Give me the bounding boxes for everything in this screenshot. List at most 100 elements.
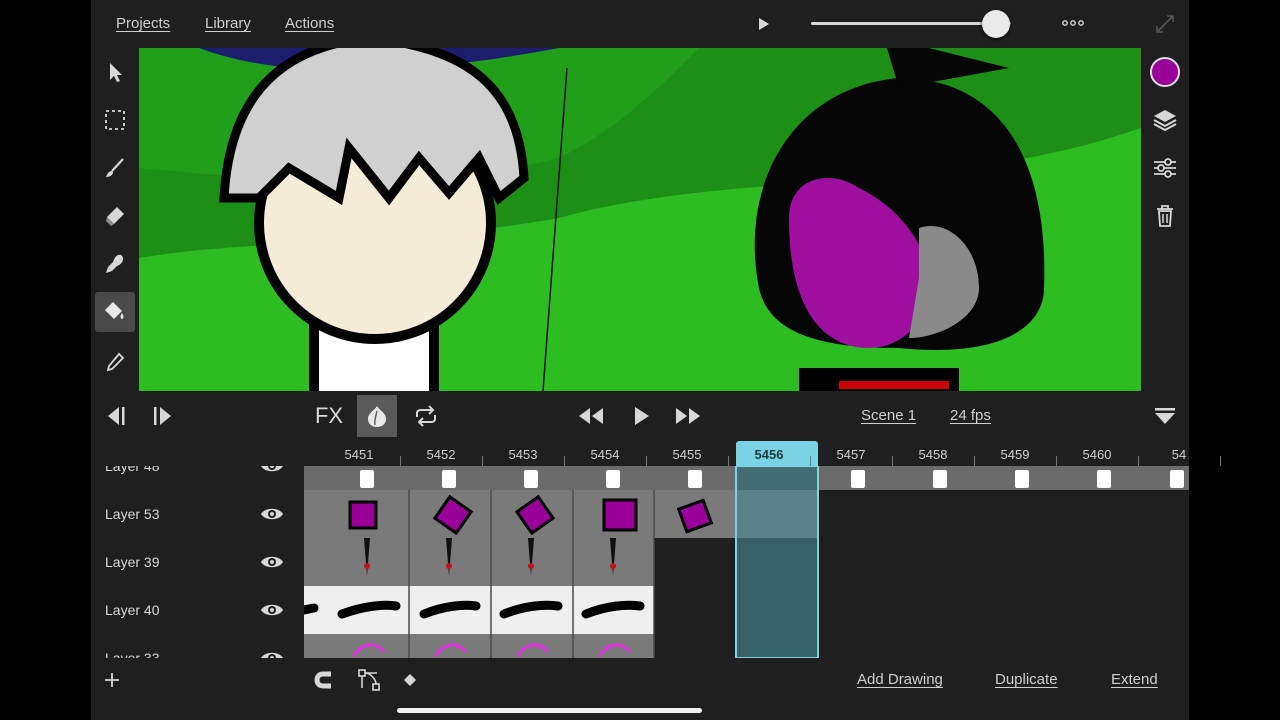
more-horizontal-icon[interactable] — [1061, 18, 1085, 28]
rewind-button[interactable] — [571, 397, 611, 435]
layer-name: Layer 40 — [105, 602, 160, 618]
layers-icon — [1153, 110, 1177, 132]
layer-row[interactable]: Layer 33 — [91, 634, 304, 658]
layer-row[interactable]: Layer 40 — [91, 586, 304, 634]
layer-name: Layer 48 — [105, 466, 160, 474]
frame-number[interactable]: 5455 — [657, 447, 717, 462]
layer-name: Layer 39 — [105, 554, 160, 570]
frame-tick — [564, 456, 565, 466]
color-picker-button[interactable] — [1145, 52, 1185, 92]
playback-slider[interactable] — [811, 10, 1011, 38]
projects-link[interactable]: Projects — [116, 15, 170, 32]
frame-number[interactable]: 5454 — [575, 447, 635, 462]
library-link[interactable]: Library — [205, 15, 251, 32]
adjustments-button[interactable] — [1145, 148, 1185, 188]
eyedropper-icon — [106, 352, 125, 372]
fx-label: FX — [314, 403, 344, 428]
eye-icon[interactable] — [259, 600, 285, 620]
fill-tool[interactable] — [95, 292, 135, 332]
next-keyframe-button[interactable] — [144, 397, 184, 435]
eye-icon[interactable] — [259, 648, 285, 658]
frame-number[interactable]: 5457 — [821, 447, 881, 462]
bottom-bar: Add Drawing Duplicate Extend — [91, 658, 1189, 702]
play-icon — [635, 407, 649, 425]
layer-name: Layer 53 — [105, 506, 160, 522]
layers-button[interactable] — [1145, 100, 1185, 140]
duplicate-button[interactable]: Duplicate — [995, 671, 1058, 688]
rewind-icon — [579, 408, 603, 424]
frame-tick — [482, 456, 483, 466]
frame-tick — [1220, 456, 1221, 466]
smudge-tool[interactable] — [95, 244, 135, 284]
selection-tool[interactable] — [95, 100, 135, 140]
slider-thumb[interactable] — [982, 10, 1010, 38]
play-preview-icon[interactable] — [757, 16, 771, 32]
play-button[interactable] — [621, 397, 661, 435]
keyframe-diamond-icon[interactable] — [403, 673, 417, 687]
layer-list: Layer 48 Layer 53 Layer 39 Layer 40 Laye… — [91, 466, 304, 658]
animation-app: Projects Library Actions FX Scene 1 24 f… — [91, 0, 1221, 720]
trash-icon — [1157, 205, 1173, 227]
fps-selector[interactable]: 24 fps — [950, 407, 991, 424]
collapse-down-icon — [1155, 408, 1175, 424]
frame-number[interactable]: 5451 — [329, 447, 389, 462]
frame-number[interactable]: 5460 — [1067, 447, 1127, 462]
step-forward-icon — [154, 407, 171, 425]
select-tool[interactable] — [95, 52, 135, 92]
layer-row[interactable]: Layer 39 — [91, 538, 304, 586]
eraser-icon — [106, 207, 124, 226]
actions-link[interactable]: Actions — [285, 15, 334, 32]
scene-selector[interactable]: Scene 1 — [861, 407, 916, 424]
brush-icon — [106, 158, 124, 177]
onion-skin-button[interactable] — [357, 395, 397, 437]
frame-cells — [304, 466, 1189, 658]
layer-row[interactable]: Layer 48 — [91, 466, 304, 490]
frame-tick — [646, 456, 647, 466]
eye-icon[interactable] — [259, 466, 285, 476]
frame-tick — [400, 456, 401, 466]
expand-icon[interactable] — [1153, 12, 1177, 36]
drawing-canvas[interactable] — [139, 48, 1141, 391]
frame-tick — [810, 456, 811, 466]
layer-row[interactable]: Layer 53 — [91, 490, 304, 538]
frame-number[interactable]: 5452 — [411, 447, 471, 462]
fast-forward-button[interactable] — [668, 397, 708, 435]
frame-number[interactable]: 54 — [1149, 447, 1209, 462]
home-indicator[interactable] — [397, 708, 702, 713]
add-drawing-button[interactable]: Add Drawing — [857, 671, 943, 688]
loop-button[interactable] — [406, 397, 446, 435]
frame-tick — [1056, 456, 1057, 466]
loop-icon — [416, 405, 436, 427]
onion-icon — [368, 406, 386, 427]
sliders-icon — [1154, 158, 1176, 178]
frame-number[interactable]: 5459 — [985, 447, 1045, 462]
layer-name: Layer 33 — [105, 650, 160, 658]
frame-tick — [1138, 456, 1139, 466]
frame-grid[interactable] — [304, 466, 1189, 658]
eye-icon[interactable] — [259, 552, 285, 572]
frame-tick — [974, 456, 975, 466]
frame-number[interactable]: 5453 — [493, 447, 553, 462]
paint-bucket-icon — [105, 302, 124, 319]
brush-tool[interactable] — [95, 148, 135, 188]
top-bar: Projects Library Actions — [91, 0, 1189, 48]
node-path-icon[interactable] — [357, 668, 381, 692]
prev-keyframe-button[interactable] — [94, 397, 134, 435]
frame-number[interactable]: 5456 — [739, 447, 799, 462]
extend-button[interactable]: Extend — [1111, 671, 1158, 688]
frame-tick — [892, 456, 893, 466]
eyedropper-tool[interactable] — [95, 342, 135, 382]
delete-button[interactable] — [1145, 196, 1185, 236]
eraser-tool[interactable] — [95, 196, 135, 236]
marquee-select-icon — [105, 110, 125, 130]
collapse-timeline-button[interactable] — [1145, 397, 1185, 435]
frame-number[interactable]: 5458 — [903, 447, 963, 462]
step-back-icon — [108, 407, 125, 425]
magnet-icon[interactable] — [313, 669, 335, 691]
frame-ruler[interactable]: 5451 5452 5453 5454 5455 5456 5457 5458 5459 5460… — [304, 441, 1221, 467]
arrow-cursor-icon — [110, 63, 122, 82]
fx-button[interactable]: FX — [309, 397, 349, 435]
add-layer-icon[interactable] — [103, 671, 121, 689]
eye-icon[interactable] — [259, 504, 285, 524]
transport-bar: FX Scene 1 24 fps — [91, 391, 1189, 441]
